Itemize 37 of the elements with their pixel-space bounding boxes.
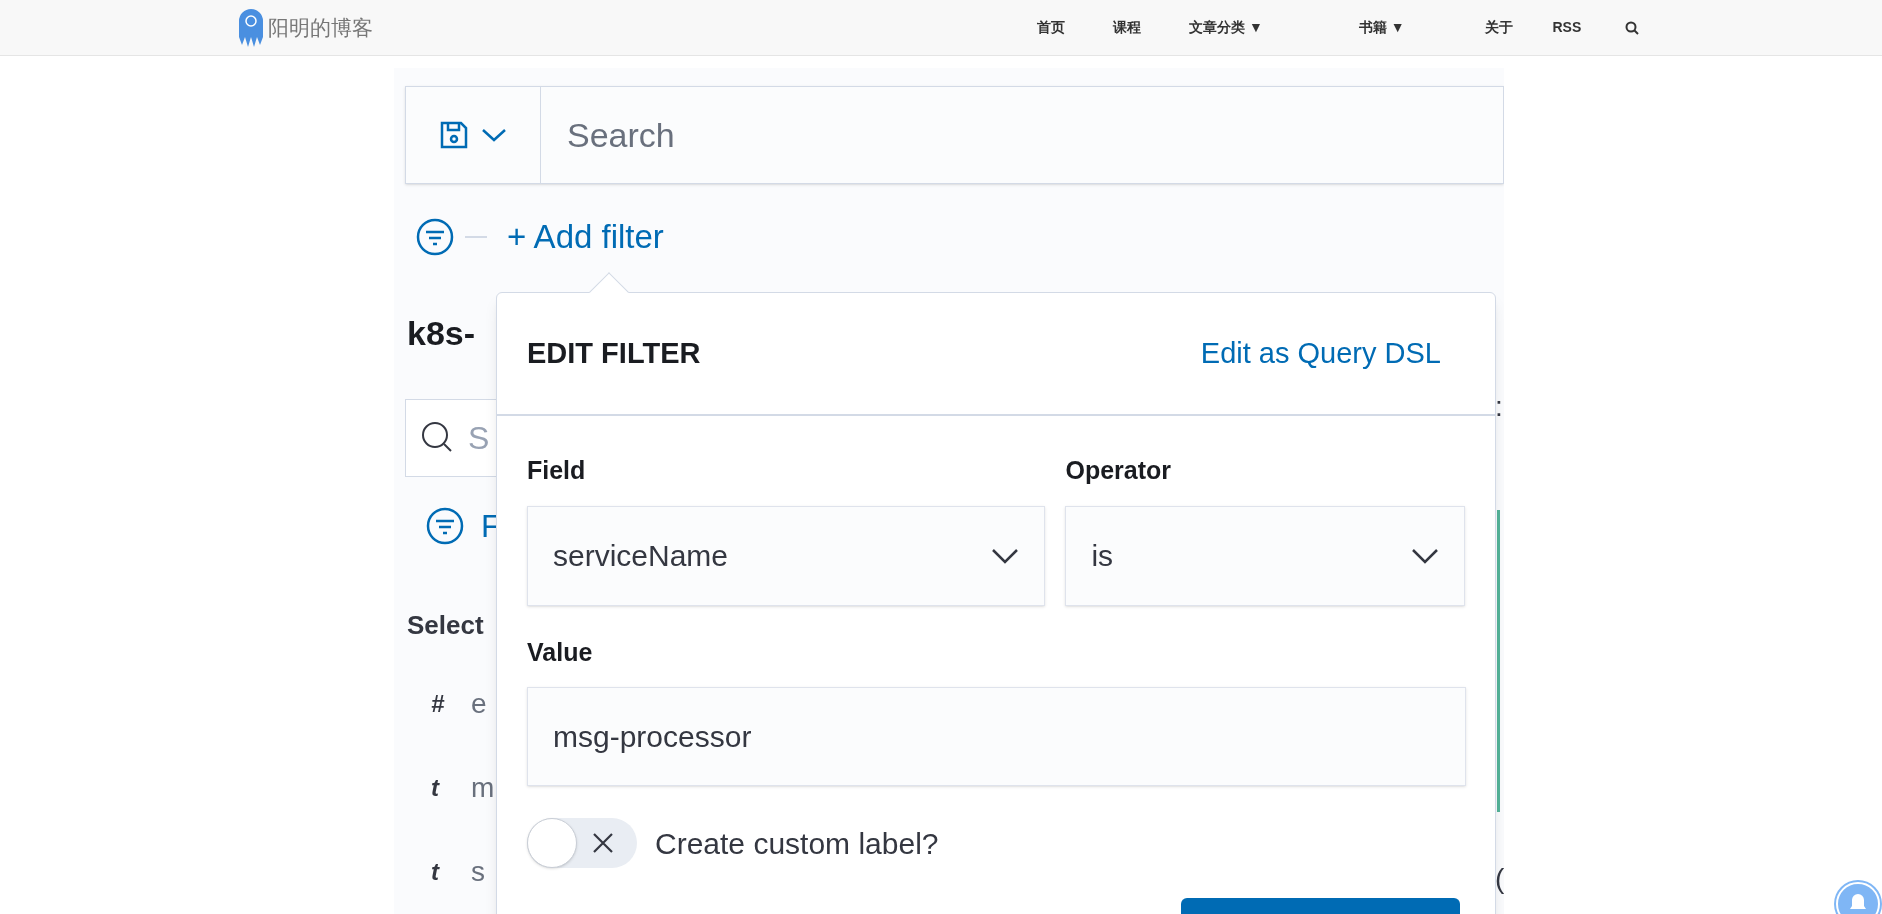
nav-link[interactable]: 书籍 ▼ xyxy=(1358,17,1405,38)
popover-title: EDIT FILTER xyxy=(527,335,701,371)
nav-link[interactable]: 首页 xyxy=(1037,17,1065,38)
chevron-icon xyxy=(991,547,1020,564)
site-title[interactable]: 阳明的博客 xyxy=(268,11,373,44)
query-dsl-link[interactable]: Edit as Query DSL xyxy=(1200,331,1441,376)
filter-icon[interactable] xyxy=(425,506,465,546)
close-icon xyxy=(592,832,614,854)
search-icon[interactable] xyxy=(1625,20,1640,35)
chevron-icon xyxy=(481,127,507,143)
cut-text: ( xyxy=(1495,862,1504,896)
value-label: Value xyxy=(527,636,594,668)
field-label: Field xyxy=(527,455,587,486)
cut-text: : xyxy=(1495,390,1503,424)
nav-link[interactable]: 文章分类 ▼ xyxy=(1189,17,1263,38)
logo-icon xyxy=(238,7,264,48)
chevron-icon xyxy=(1411,547,1439,564)
save-icon xyxy=(439,120,469,150)
operator-label: Operator xyxy=(1065,455,1173,486)
field-name[interactable]: s xyxy=(471,851,485,893)
field-name[interactable]: e xyxy=(471,683,487,725)
add-filter-link[interactable]: + Add filter xyxy=(507,212,664,262)
value-field[interactable]: msg-processor xyxy=(527,687,1466,786)
field-type-icon: t xyxy=(431,770,445,806)
custom-label-text: Create custom label? xyxy=(655,825,939,862)
field-select[interactable]: serviceName xyxy=(527,505,1046,606)
nav-link[interactable]: RSS xyxy=(1552,17,1582,38)
field-type-icon: # xyxy=(431,686,445,722)
nav-link[interactable]: 课程 xyxy=(1113,17,1141,38)
custom-label-toggle[interactable] xyxy=(527,818,637,868)
index-title: k8s- xyxy=(407,316,477,350)
operator-select[interactable]: is xyxy=(1065,505,1465,606)
filter-icon[interactable] xyxy=(415,217,455,257)
nav-link[interactable]: 关于 xyxy=(1484,17,1513,38)
field-name[interactable]: m xyxy=(471,767,495,809)
section-heading: Select xyxy=(407,609,485,642)
field-type-icon: t xyxy=(431,854,445,890)
